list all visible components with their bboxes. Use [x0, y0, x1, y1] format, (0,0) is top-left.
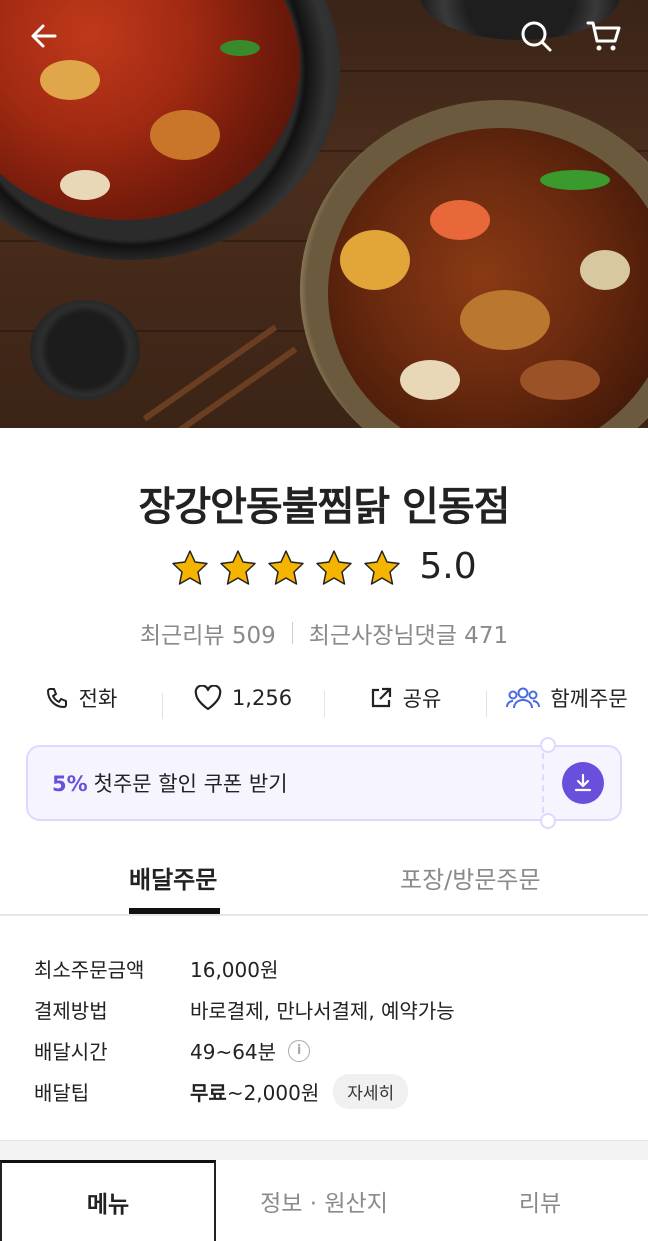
- payment-value: 바로결제, 만나서결제, 예약가능: [190, 999, 455, 1023]
- store-content-tabs: 메뉴 정보 · 원산지 리뷰: [0, 1160, 648, 1241]
- call-button[interactable]: 전화: [0, 683, 162, 713]
- info-row-delivery-tip: 배달팁 무료~2,000원 자세히: [34, 1071, 614, 1112]
- group-icon: [506, 687, 541, 709]
- divider: [291, 622, 293, 644]
- info-row-delivery-time: 배달시간 49~64분 i: [34, 1030, 614, 1071]
- rating-value: 5.0: [419, 546, 477, 587]
- payment-label: 결제방법: [34, 999, 108, 1023]
- delivery-time-value-wrap: 49~64분 i: [190, 1036, 311, 1065]
- delivery-tip-value: 무료~2,000원: [190, 1077, 319, 1106]
- coupon-label: 첫주문 할인 쿠폰 받기: [93, 772, 288, 796]
- coupon-percent: 5%: [52, 772, 88, 796]
- call-label: 전화: [78, 687, 118, 711]
- heart-icon: [194, 685, 222, 711]
- coupon-divider: [542, 753, 544, 813]
- order-type-tabs: 배달주문 포장/방문주문: [0, 860, 648, 916]
- owner-replies-link[interactable]: 최근사장님댓글 471: [309, 616, 508, 650]
- favorite-count: 1,256: [231, 686, 293, 710]
- tab-review[interactable]: 리뷰: [432, 1160, 648, 1241]
- share-button[interactable]: 공유: [324, 683, 486, 717]
- cart-icon: [586, 21, 621, 51]
- store-name: 장강안동불찜닭 인동점: [138, 484, 511, 530]
- delivery-time-value: 49~64분: [190, 1040, 277, 1064]
- info-icon[interactable]: i: [288, 1039, 311, 1062]
- delivery-tip-detail-button[interactable]: 자세히: [333, 1074, 409, 1109]
- tab-delivery[interactable]: 배달주문: [129, 860, 217, 895]
- star-icon: [316, 549, 353, 585]
- first-order-coupon[interactable]: 5% 첫주문 할인 쿠폰 받기: [26, 737, 622, 829]
- star-icon: [220, 549, 257, 585]
- cart-button[interactable]: [582, 14, 626, 58]
- active-tab-indicator: [129, 908, 220, 914]
- phone-icon: [46, 688, 67, 708]
- star-icon: [364, 549, 401, 585]
- tab-menu[interactable]: 메뉴: [0, 1160, 216, 1241]
- rating-row: 5.0: [0, 546, 648, 587]
- star-icon: [172, 549, 209, 585]
- back-button[interactable]: [22, 14, 66, 58]
- share-icon: [371, 687, 391, 708]
- delivery-info: 최소주문금액 16,000원 결제방법 바로결제, 만나서결제, 예약가능 배달…: [34, 948, 614, 1112]
- search-icon: [521, 21, 552, 52]
- recent-reviews-link[interactable]: 최근리뷰 509: [140, 616, 276, 650]
- delivery-time-label: 배달시간: [34, 1040, 108, 1064]
- search-button[interactable]: [514, 14, 558, 58]
- info-row-payment: 결제방법 바로결제, 만나서결제, 예약가능: [34, 989, 614, 1030]
- delivery-tip-range: ~2,000원: [226, 1081, 320, 1105]
- share-label: 공유: [402, 687, 442, 711]
- tab-info-origin[interactable]: 정보 · 원산지: [216, 1160, 432, 1241]
- review-counts: 최근리뷰 509 최근사장님댓글 471: [0, 616, 648, 650]
- back-arrow-icon: [31, 24, 57, 48]
- section-divider: [0, 1140, 648, 1160]
- group-order-label: 함께주문: [550, 687, 628, 711]
- star-rating: [171, 549, 401, 585]
- min-order-value: 16,000원: [190, 958, 279, 982]
- download-icon: [574, 773, 592, 792]
- coupon-text: 5% 첫주문 할인 쿠폰 받기: [28, 768, 542, 798]
- store-actions: 전화 1,256 공유 함께주문: [0, 676, 648, 720]
- favorite-button[interactable]: 1,256: [162, 685, 324, 719]
- group-order-button[interactable]: 함께주문: [486, 683, 648, 717]
- tab-pickup[interactable]: 포장/방문주문: [400, 860, 541, 895]
- store-hero-image: [0, 0, 648, 428]
- star-icon: [268, 549, 305, 585]
- min-order-label: 최소주문금액: [34, 958, 145, 982]
- delivery-tip-free: 무료: [190, 1081, 227, 1105]
- coupon-download-button[interactable]: [562, 762, 604, 804]
- delivery-tip-label: 배달팁: [34, 1081, 90, 1105]
- delivery-tip-value-wrap: 무료~2,000원 자세히: [190, 1074, 409, 1109]
- info-row-min-order: 최소주문금액 16,000원: [34, 948, 614, 989]
